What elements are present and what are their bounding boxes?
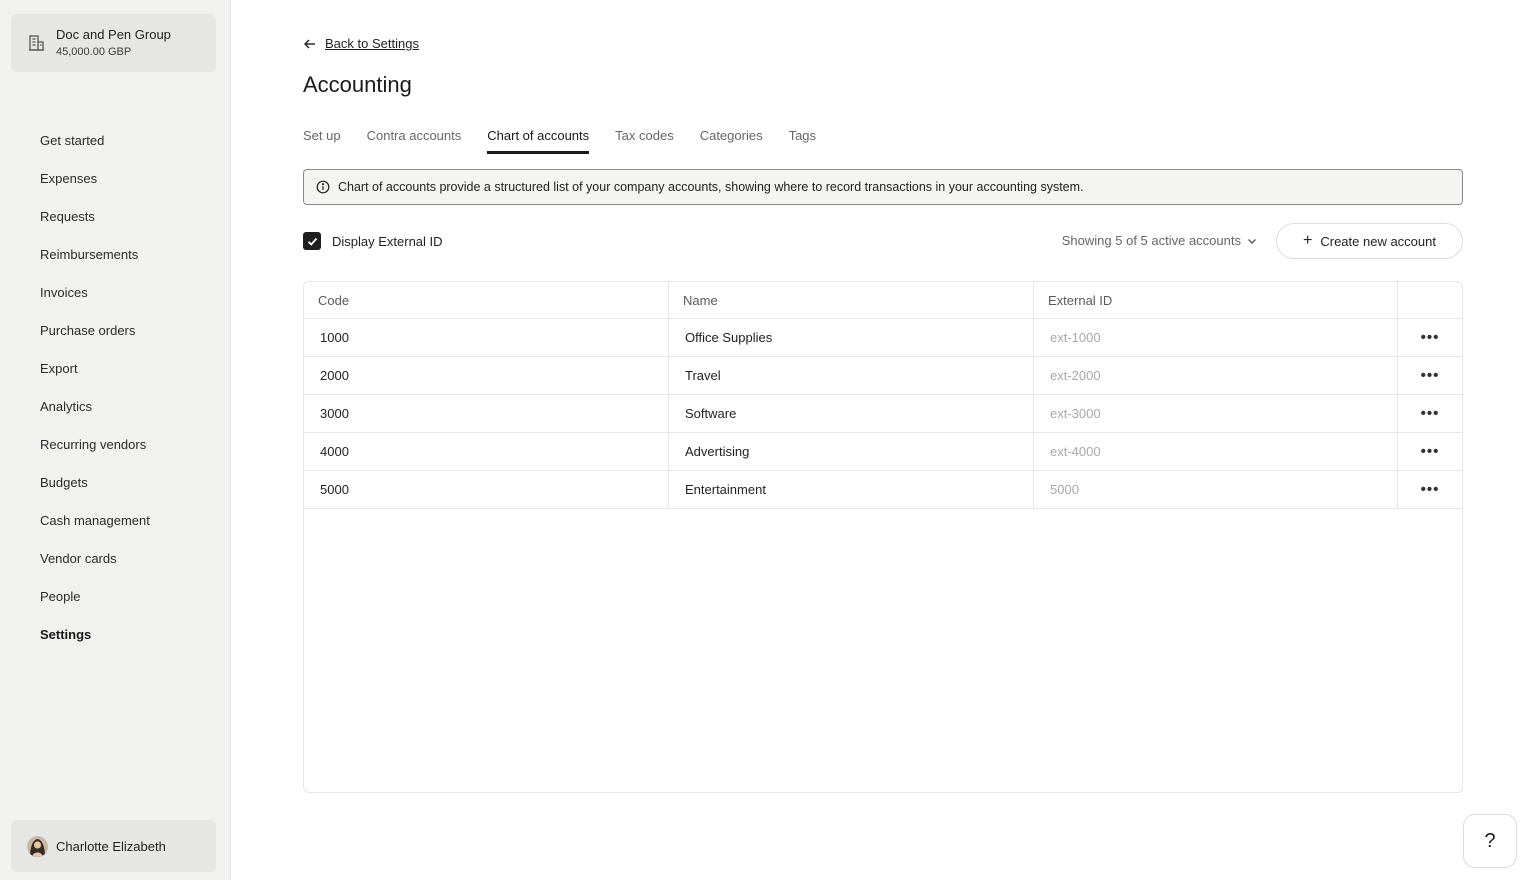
create-new-account-button[interactable]: + Create new account <box>1276 223 1463 259</box>
tab-set-up[interactable]: Set up <box>303 126 341 154</box>
user-menu[interactable]: Charlotte Elizabeth <box>11 820 216 872</box>
page-title: Accounting <box>303 72 412 97</box>
sidebar: Doc and Pen Group 45,000.00 GBP Get star… <box>0 0 231 880</box>
sidebar-item-settings[interactable]: Settings <box>0 615 230 653</box>
sidebar-item-analytics[interactable]: Analytics <box>0 387 230 425</box>
org-balance: 45,000.00 GBP <box>56 46 132 58</box>
arrow-left-icon <box>304 39 315 48</box>
active-accounts-filter[interactable]: Showing 5 of 5 active accounts <box>1062 233 1258 248</box>
table-row[interactable]: 1000 Office Supplies ext-1000 ••• <box>304 319 1462 357</box>
account-name: Entertainment <box>669 471 1034 508</box>
column-header-actions <box>1398 282 1462 318</box>
more-options-icon[interactable]: ••• <box>1421 443 1440 460</box>
account-code: 3000 <box>304 395 669 432</box>
info-icon <box>316 180 330 194</box>
back-to-settings-link[interactable]: Back to Settings <box>303 36 419 51</box>
tab-tax-codes[interactable]: Tax codes <box>615 126 674 154</box>
org-name: Doc and Pen Group <box>56 27 171 42</box>
account-code: 5000 <box>304 471 669 508</box>
help-button[interactable]: ? <box>1463 814 1517 868</box>
sidebar-item-purchase-orders[interactable]: Purchase orders <box>0 311 230 349</box>
table-row[interactable]: 4000 Advertising ext-4000 ••• <box>304 433 1462 471</box>
sidebar-item-vendor-cards[interactable]: Vendor cards <box>0 539 230 577</box>
more-options-icon[interactable]: ••• <box>1421 481 1440 498</box>
tab-chart-of-accounts[interactable]: Chart of accounts <box>487 126 589 154</box>
table-controls: Display External ID Showing 5 of 5 activ… <box>303 223 1463 259</box>
sidebar-item-invoices[interactable]: Invoices <box>0 273 230 311</box>
account-external-id: ext-4000 <box>1034 433 1398 470</box>
org-text: Doc and Pen Group 45,000.00 GBP <box>56 26 171 60</box>
row-actions-cell: ••• <box>1398 433 1462 470</box>
account-name: Software <box>669 395 1034 432</box>
row-actions-cell: ••• <box>1398 319 1462 356</box>
account-external-id: ext-1000 <box>1034 319 1398 356</box>
create-new-account-label: Create new account <box>1320 233 1436 249</box>
tab-contra-accounts[interactable]: Contra accounts <box>367 126 462 154</box>
table-row[interactable]: 5000 Entertainment 5000 ••• <box>304 471 1462 509</box>
more-options-icon[interactable]: ••• <box>1421 367 1440 384</box>
account-external-id: 5000 <box>1034 471 1398 508</box>
display-external-id-toggle[interactable]: Display External ID <box>303 232 443 250</box>
column-header-code[interactable]: Code <box>304 282 669 318</box>
sidebar-item-requests[interactable]: Requests <box>0 197 230 235</box>
table-row[interactable]: 3000 Software ext-3000 ••• <box>304 395 1462 433</box>
account-external-id: ext-3000 <box>1034 395 1398 432</box>
more-options-icon[interactable]: ••• <box>1421 405 1440 422</box>
back-link-label: Back to Settings <box>325 36 419 51</box>
display-external-id-checkbox[interactable] <box>303 232 321 250</box>
sidebar-item-cash-management[interactable]: Cash management <box>0 501 230 539</box>
account-code: 4000 <box>304 433 669 470</box>
table-row[interactable]: 2000 Travel ext-2000 ••• <box>304 357 1462 395</box>
showing-count-text: Showing 5 of 5 active accounts <box>1061 233 1241 248</box>
info-banner-text: Chart of accounts provide a structured l… <box>338 180 1084 194</box>
avatar <box>27 835 48 857</box>
account-code: 1000 <box>304 319 669 356</box>
sidebar-item-people[interactable]: People <box>0 577 230 615</box>
table-header-row: Code Name External ID <box>304 282 1462 319</box>
check-icon <box>307 237 317 246</box>
tab-tags[interactable]: Tags <box>789 126 816 154</box>
org-switcher[interactable]: Doc and Pen Group 45,000.00 GBP <box>11 14 216 72</box>
accounts-table: Code Name External ID 1000 Office Suppli… <box>303 281 1463 793</box>
column-header-external-id[interactable]: External ID <box>1034 282 1398 318</box>
sidebar-item-get-started[interactable]: Get started <box>0 121 230 159</box>
user-name: Charlotte Elizabeth <box>56 838 166 854</box>
tab-bar: Set up Contra accounts Chart of accounts… <box>303 126 842 154</box>
plus-icon: + <box>1303 232 1313 249</box>
sidebar-nav: Get started Expenses Requests Reimbursem… <box>0 121 230 653</box>
sidebar-item-reimbursements[interactable]: Reimbursements <box>0 235 230 273</box>
display-external-id-label: Display External ID <box>332 233 443 249</box>
account-external-id: ext-2000 <box>1034 357 1398 394</box>
sidebar-item-expenses[interactable]: Expenses <box>0 159 230 197</box>
account-name: Advertising <box>669 433 1034 470</box>
building-icon <box>29 35 44 51</box>
account-code: 2000 <box>304 357 669 394</box>
account-name: Travel <box>669 357 1034 394</box>
sidebar-item-recurring-vendors[interactable]: Recurring vendors <box>0 425 230 463</box>
column-header-name[interactable]: Name <box>669 282 1034 318</box>
sidebar-item-budgets[interactable]: Budgets <box>0 463 230 501</box>
info-banner: Chart of accounts provide a structured l… <box>303 169 1463 205</box>
tab-categories[interactable]: Categories <box>700 126 763 154</box>
more-options-icon[interactable]: ••• <box>1421 329 1440 346</box>
account-name: Office Supplies <box>669 319 1034 356</box>
chevron-down-icon <box>1248 238 1256 244</box>
row-actions-cell: ••• <box>1398 357 1462 394</box>
row-actions-cell: ••• <box>1398 471 1462 508</box>
sidebar-item-export[interactable]: Export <box>0 349 230 387</box>
row-actions-cell: ••• <box>1398 395 1462 432</box>
